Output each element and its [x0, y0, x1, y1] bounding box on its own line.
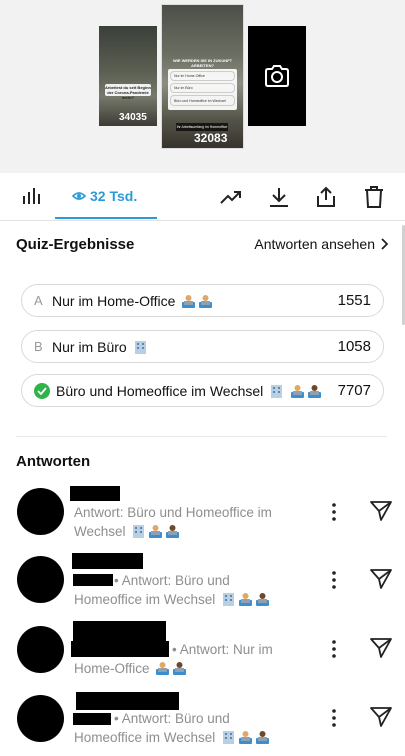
story-view-count: 34035: [119, 112, 147, 123]
technologist-emoji-icon: [149, 525, 163, 538]
redacted-username: [72, 553, 143, 569]
technologist-emoji-icon: [173, 662, 187, 675]
download-icon[interactable]: [267, 186, 291, 208]
option-label-text: Büro und Homeoffice im Wechsel: [56, 382, 264, 399]
option-vote-count: 1551: [337, 292, 371, 309]
trending-up-icon[interactable]: [219, 186, 243, 208]
story-quiz-option: Büro und Homeoffice im Wechsel: [170, 95, 235, 106]
avatar[interactable]: [17, 626, 64, 673]
more-options-icon[interactable]: [328, 502, 340, 522]
technologist-emoji-icon: [239, 593, 253, 606]
more-options-icon[interactable]: [328, 570, 340, 590]
trash-icon[interactable]: [362, 186, 386, 208]
story-caption: WIE WERDEN SIE IN ZUKUNFT ARBEITEN?: [172, 58, 233, 68]
correct-check-icon: [34, 382, 50, 399]
quiz-results-title: Quiz-Ergebnisse: [16, 236, 135, 253]
answer-line: Wechsel: [74, 524, 126, 539]
story-footer-text: Ihr Arbeitsumfang im Homeoffice: [176, 123, 228, 131]
active-tab-indicator: [55, 217, 157, 219]
technologist-emoji-icon: [182, 294, 196, 308]
eye-icon: [72, 192, 86, 200]
avatar[interactable]: [17, 695, 64, 742]
quiz-result-option-c[interactable]: Büro und Homeoffice im Wechsel 7707: [21, 374, 384, 407]
answer-line: • Antwort: Nur im: [172, 642, 273, 657]
send-icon[interactable]: [369, 500, 393, 522]
option-label: Nur im Home-Office: [52, 293, 338, 309]
avatar[interactable]: [17, 488, 64, 535]
send-icon[interactable]: [369, 568, 393, 590]
quiz-result-option-a[interactable]: A Nur im Home-Office 1551: [21, 284, 384, 317]
tab-viewers[interactable]: 32 Tsd.: [72, 186, 137, 206]
office-building-emoji-icon: [134, 340, 146, 354]
office-building-emoji-icon: [271, 384, 283, 398]
answers-title: Antworten: [16, 453, 91, 470]
story-quiz-card: Nur im Home-Office Nur im Büro Büro und …: [168, 69, 237, 110]
quiz-result-option-b[interactable]: B Nur im Büro 1058: [21, 330, 384, 363]
bar-chart-icon[interactable]: [22, 187, 42, 205]
story-thumbnail-current[interactable]: WIE WERDEN SIE IN ZUKUNFT ARBEITEN? Nur …: [162, 5, 243, 148]
technologist-emoji-icon: [308, 384, 322, 398]
redacted-username: [76, 692, 179, 710]
send-icon[interactable]: [369, 706, 393, 728]
technologist-emoji-icon: [256, 593, 270, 606]
office-building-emoji-icon: [133, 525, 145, 538]
send-icon[interactable]: [369, 637, 393, 659]
avatar[interactable]: [17, 556, 64, 603]
answer-line: Homeoffice im Wechsel: [74, 592, 216, 607]
story-caption: Arbeitest du seit Beginn der Corona-Pand…: [104, 85, 151, 100]
add-story-button[interactable]: [248, 26, 306, 126]
share-icon[interactable]: [314, 186, 338, 208]
story-preview-area: Arbeitest du seit Beginn der Corona-Pand…: [0, 0, 405, 173]
story-quiz-option: Nur im Büro: [170, 83, 235, 93]
option-label-text: Nur im Büro: [52, 338, 127, 355]
technologist-emoji-icon: [166, 525, 180, 538]
insights-toolbar: [0, 174, 405, 220]
camera-icon: [265, 65, 289, 87]
answer-text: Antwort: Büro und Homeoffice im Wechsel: [74, 503, 294, 541]
option-vote-count: 7707: [337, 382, 371, 399]
option-letter: A: [34, 293, 43, 308]
technologist-emoji-icon: [156, 662, 170, 675]
story-quiz-option: Nur im Home-Office: [170, 71, 235, 81]
answer-line: Homeoffice im Wechsel: [74, 730, 216, 745]
story-thumbnail-previous[interactable]: Arbeitest du seit Beginn der Corona-Pand…: [99, 26, 157, 126]
answer-text: • Antwort: Nur im Home-Office: [74, 640, 294, 678]
option-letter: B: [34, 339, 43, 354]
view-answers-link[interactable]: Antworten ansehen: [254, 236, 389, 252]
option-vote-count: 1058: [337, 338, 371, 355]
more-options-icon[interactable]: [328, 639, 340, 659]
answer-text: • Antwort: Büro und Homeoffice im Wechse…: [74, 571, 294, 609]
redacted-username: [73, 621, 166, 641]
story-view-count: 32083: [194, 131, 228, 145]
option-label: Büro und Homeoffice im Wechsel: [56, 383, 338, 399]
toolbar-divider: [0, 220, 405, 221]
answer-line: • Antwort: Büro und: [114, 711, 230, 726]
view-answers-label: Antworten ansehen: [254, 236, 375, 252]
section-divider: [16, 436, 387, 437]
option-label: Nur im Büro: [52, 339, 338, 355]
answer-line: • Antwort: Büro und: [114, 573, 230, 588]
technologist-emoji-icon: [199, 294, 213, 308]
technologist-emoji-icon: [239, 731, 253, 744]
office-building-emoji-icon: [223, 593, 235, 606]
technologist-emoji-icon: [291, 384, 305, 398]
views-count: 32 Tsd.: [90, 188, 138, 204]
chevron-right-icon: [381, 238, 389, 250]
answer-text: • Antwort: Büro und Homeoffice im Wechse…: [74, 709, 294, 747]
answer-line: Home-Office: [74, 661, 150, 676]
office-building-emoji-icon: [223, 731, 235, 744]
answer-line: Antwort: Büro und Homeoffice im: [74, 505, 272, 520]
option-label-text: Nur im Home-Office: [52, 292, 176, 309]
more-options-icon[interactable]: [328, 708, 340, 728]
redacted-username: [70, 486, 120, 501]
technologist-emoji-icon: [256, 731, 270, 744]
